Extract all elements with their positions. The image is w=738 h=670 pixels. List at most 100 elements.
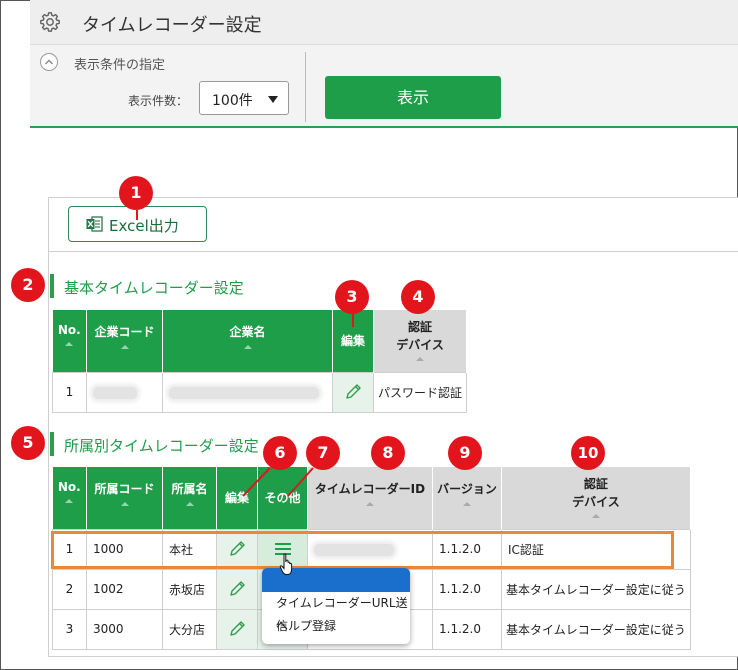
cell-no: 2 [52,568,87,610]
cell-recorder-id [307,528,433,570]
sort-icon [463,502,471,506]
cell-version: 1.1.2.0 [432,528,502,570]
menu-item-send-url[interactable]: タイムレコーダーURL送信 [262,592,410,633]
cell-dept-name: 大分店 [162,608,217,650]
pencil-icon[interactable] [343,382,363,402]
badge-4: 4 [401,280,435,314]
cell-auth-device: パスワード認証 [372,371,468,413]
column-header-label: 認証 [583,477,608,491]
pencil-icon[interactable] [227,619,247,639]
cell-no: 1 [52,528,87,570]
column-header-label: デバイス [396,338,444,352]
sort-icon [591,514,600,518]
column-header-dept-code[interactable]: 所属コード [86,467,163,529]
column-header-label: No. [57,480,81,494]
hand-cursor-icon [279,553,293,575]
cell-version: 1.1.2.0 [432,608,502,650]
sort-icon [120,345,129,349]
count-label: 表示件数： [128,94,189,108]
redacted-value [314,543,394,556]
column-header-version[interactable]: バージョン [432,467,502,529]
title-bar: タイムレコーダー設定 [30,0,738,45]
collapse-toggle[interactable] [40,53,58,71]
panel-divider [49,251,738,252]
cell-company-name [162,371,333,413]
badge-pointer [136,210,138,220]
cell-edit [332,371,374,413]
cell-company-code [86,371,163,413]
sort-icon [120,502,129,506]
badge-8: 8 [371,436,405,470]
other-dropdown-menu: タイムレコーダーURL送信 ヘルプ登録 [262,568,410,644]
pencil-icon[interactable] [227,539,247,559]
column-header-auth-device[interactable]: 認証 デバイス [501,467,691,529]
badge-7: 7 [306,436,340,470]
badge-3: 3 [335,280,369,314]
cell-auth-device: 基本タイムレコーダー設定に従う [501,568,691,610]
sort-icon [185,502,194,506]
basic-section-title: 基本タイムレコーダー設定 [64,279,244,297]
table-header-row: No. 企業コード 企業名 編集 認証デバイス [52,310,468,372]
table-row: 1 パスワード認証 [52,371,468,413]
column-header-no[interactable]: No. [52,467,87,529]
sort-icon [416,357,424,361]
excel-export-label: Excel出力 [109,217,179,235]
badge-5: 5 [11,426,45,460]
cell-dept-code: 1002 [86,568,163,610]
badge-1: 1 [119,176,153,210]
column-header-label: 所属コード [94,482,155,496]
column-header-label: 認証 [408,320,433,334]
table-row[interactable]: 1 1000 本社 1.1.2.0 IC認証 [52,528,691,570]
pencil-icon[interactable] [227,579,247,599]
redacted-value [93,386,137,399]
cell-no: 3 [52,608,87,650]
column-header-dept-name[interactable]: 所属名 [162,467,217,529]
show-button[interactable]: 表示 [325,76,501,119]
column-header-company-code[interactable]: 企業コード [86,310,163,372]
basic-settings-table: No. 企業コード 企業名 編集 認証デバイス 1 パスワード認証 [52,310,468,413]
gear-icon[interactable] [39,11,61,33]
column-header-auth-device[interactable]: 認証 デバイス [373,310,468,372]
column-header-label: 編集 [340,334,365,348]
count-select[interactable]: 100件 [199,81,289,115]
count-select-value: 100件 [212,93,253,109]
cell-auth-device: IC認証 [501,528,691,570]
page-title: タイムレコーダー設定 [82,15,262,36]
chevron-down-icon [268,96,278,103]
cell-edit [216,608,258,650]
menu-item-help-register[interactable]: ヘルプ登録 [262,615,410,638]
column-header-label: No. [57,323,81,337]
cell-dept-name: 本社 [162,528,217,570]
chevron-up-icon [45,59,53,65]
column-header-label: 企業名 [229,325,266,339]
column-header-label: 企業コード [94,325,155,339]
badge-9: 9 [448,436,482,470]
cell-edit [216,528,258,570]
sort-icon [65,342,74,346]
column-header-label: バージョン [437,482,497,496]
excel-icon [86,216,103,232]
table-header-row: No. 所属コード 所属名 編集 その他 タイムレコーダーID バージョン 認証… [52,467,691,529]
cell-dept-code: 3000 [86,608,163,650]
sort-icon [366,502,374,506]
filter-panel: 表示条件の指定 表示件数： 100件 表示 [30,45,738,128]
badge-6: 6 [263,436,297,470]
cell-dept-code: 1000 [86,528,163,570]
cell-dept-name: 赤坂店 [162,568,217,610]
column-header-label: デバイス [572,495,620,509]
section-marker [50,274,54,298]
section-marker [50,432,54,456]
sort-icon [65,499,74,503]
column-header-label: 所属名 [171,482,208,496]
cell-edit [216,568,258,610]
cell-no: 1 [52,371,87,413]
badge-10: 10 [571,436,605,470]
filter-title: 表示条件の指定 [74,58,166,73]
sort-icon [243,345,252,349]
divider [305,52,306,122]
column-header-company-name[interactable]: 企業名 [162,310,333,372]
cell-auth-device: 基本タイムレコーダー設定に従う [501,608,691,650]
badge-2: 2 [11,268,45,302]
cell-version: 1.1.2.0 [432,568,502,610]
column-header-no[interactable]: No. [52,310,87,372]
